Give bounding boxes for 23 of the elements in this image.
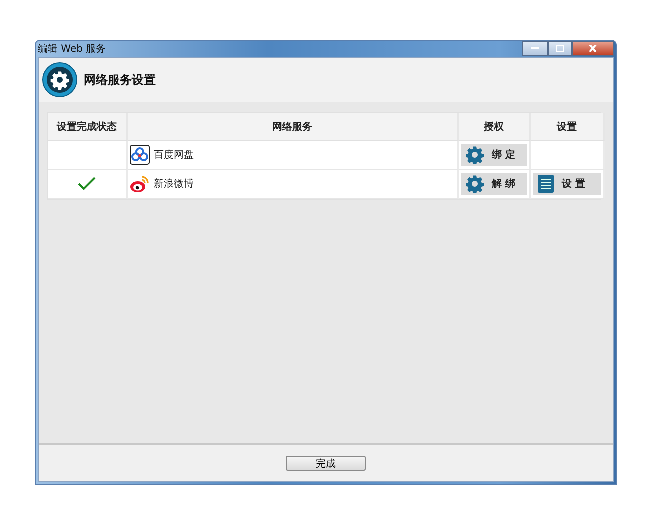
auth-button[interactable]: 绑 定 bbox=[461, 144, 527, 166]
column-header: 设置 bbox=[531, 113, 605, 141]
auth-button[interactable]: 解 绑 bbox=[461, 173, 527, 195]
service-name: 百度网盘 bbox=[154, 148, 194, 162]
header-title: 网络服务设置 bbox=[84, 72, 156, 88]
gear-icon bbox=[466, 175, 484, 193]
list-icon bbox=[538, 175, 554, 193]
check-icon bbox=[78, 177, 96, 191]
minimize-icon bbox=[531, 47, 539, 50]
close-icon bbox=[589, 45, 597, 52]
settings-icon bbox=[42, 62, 78, 98]
done-button[interactable]: 完成 bbox=[286, 456, 366, 470]
window-title: 编辑 Web 服务 bbox=[38, 42, 106, 56]
gear-icon bbox=[466, 146, 484, 164]
column-header: 授权 bbox=[459, 113, 531, 141]
column-header: 设置完成状态 bbox=[48, 113, 128, 141]
close-button[interactable] bbox=[572, 41, 614, 56]
column-header: 网络服务 bbox=[128, 113, 459, 141]
settings-button[interactable]: 设 置 bbox=[533, 173, 601, 195]
minimize-button[interactable] bbox=[522, 41, 548, 56]
service-name: 新浪微博 bbox=[154, 178, 194, 191]
maximize-button[interactable] bbox=[548, 41, 572, 56]
maximize-icon bbox=[556, 45, 564, 52]
